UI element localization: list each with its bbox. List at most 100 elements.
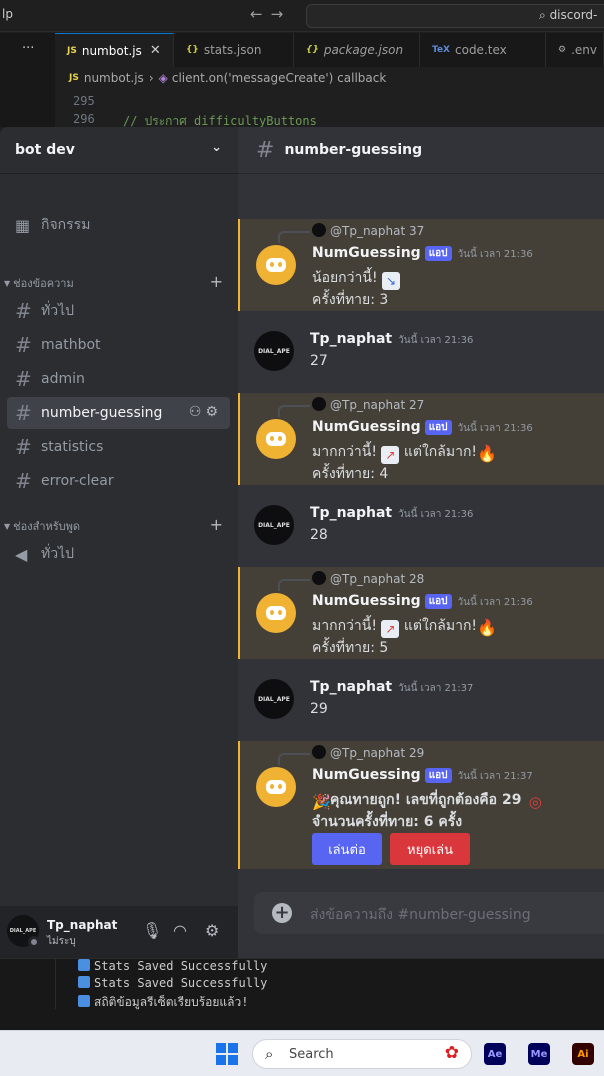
bot-avatar[interactable] (256, 767, 296, 807)
bot-message[interactable]: @Tp_naphat 37 NumGuessing แอป วันนี้ เวลา … (238, 219, 604, 311)
voice-channel-general[interactable]: ◀ ทั่วไป (7, 538, 230, 570)
nav-arrows-icon[interactable]: ←→ (250, 5, 291, 23)
terminal-panel[interactable]: Stats Saved Successfully Stats Saved Suc… (0, 958, 604, 1030)
tab-package-json[interactable]: {} package.json (294, 33, 420, 67)
tab-env[interactable]: ⚙ .env (546, 33, 604, 67)
category-label: ช่องข้อความ (13, 277, 74, 290)
taskbar-search[interactable]: ⌕ Search ✿ (252, 1039, 472, 1069)
channel-mathbot[interactable]: # mathbot (7, 329, 230, 361)
bot-avatar[interactable] (256, 419, 296, 459)
play-again-button[interactable]: เล่นต่อ (312, 833, 382, 865)
hash-icon: # (15, 299, 32, 323)
bot-message[interactable]: @Tp_naphat 29 NumGuessing แอป วันนี้ เวลา … (238, 741, 604, 869)
author-name[interactable]: Tp_naphat (310, 679, 392, 695)
chevron-down-icon: ▼ (4, 521, 11, 531)
events-item[interactable]: ▦ กิจกรรม (7, 209, 230, 241)
timestamp: วันนี้ เวลา 21:36 (457, 249, 533, 260)
invite-icon[interactable]: ⚇ (189, 404, 206, 420)
headphones-icon[interactable]: ◠ (173, 921, 187, 940)
after-effects-icon[interactable]: Ae (484, 1043, 506, 1065)
bot-avatar[interactable] (256, 593, 296, 633)
terminal-line: Stats Saved Successfully (78, 976, 267, 990)
author-name[interactable]: NumGuessing (312, 593, 421, 609)
tab-label: numbot.js (81, 43, 142, 58)
tab-numbot-js[interactable]: JS numbot.js ✕ (55, 33, 174, 67)
text-category[interactable]: ▼ ช่องข้อความ + (4, 272, 229, 292)
editor-tabs: ··· JS numbot.js ✕ {} stats.json {} pack… (0, 33, 604, 67)
message-composer[interactable]: + ส่งข้อความถึง #number-guessing (254, 892, 604, 934)
bot-message[interactable]: @Tp_naphat 28 NumGuessing แอป วันนี้ เวลา … (238, 567, 604, 659)
discord-window: bot dev ⌄ ▦ กิจกรรม ▼ ช่องข้อความ + # ทั… (0, 127, 604, 958)
server-header[interactable]: bot dev ⌄ (0, 127, 238, 174)
message-header: Tp_naphat วันนี้ เวลา 21:37 (310, 679, 473, 696)
message-header: Tp_naphat วันนี้ เวลา 21:36 (310, 331, 473, 348)
author-name[interactable]: NumGuessing (312, 245, 421, 261)
channel-admin[interactable]: # admin (7, 363, 230, 395)
chart-up-icon: ↗ (381, 446, 400, 464)
user-name[interactable]: Tp_naphat (47, 918, 117, 932)
status-dot (28, 936, 40, 948)
stop-button[interactable]: หยุดเล่น (390, 833, 470, 865)
code-editor[interactable]: 295 296 // ประกาศ difficultyButtons (55, 89, 604, 128)
author-name[interactable]: Tp_naphat (310, 331, 392, 347)
avatar[interactable]: DIAL_APE (254, 505, 294, 545)
activity-strip (0, 67, 55, 127)
gear-icon[interactable]: ⚙ (205, 404, 222, 420)
channel-general[interactable]: # ทั่วไป (7, 295, 230, 327)
add-attachment-icon[interactable]: + (272, 903, 292, 923)
microphone-icon[interactable]: 🎙 (142, 921, 162, 940)
tab-stats-json[interactable]: {} stats.json (174, 33, 294, 67)
windows-start-icon[interactable] (216, 1043, 238, 1065)
close-icon[interactable]: ✕ (150, 43, 161, 58)
terminal-line: สถิติข้อมูลรีเซ็ตเรียบร้อยแล้ว! (78, 993, 248, 1012)
bot-avatar[interactable] (256, 245, 296, 285)
media-encoder-icon[interactable]: Me (528, 1043, 550, 1065)
illustrator-icon[interactable]: Ai (572, 1043, 594, 1065)
speaker-icon: ◀ (15, 544, 28, 564)
add-channel-icon[interactable]: + (210, 515, 223, 534)
user-message[interactable]: DIAL_APE Tp_naphat วันนี้ เวลา 21:36 27 (238, 325, 604, 379)
tab-code-tex[interactable]: TeX code.tex (420, 33, 546, 67)
avatar[interactable]: DIAL_APE (254, 331, 294, 371)
line-number: 296 (73, 112, 95, 126)
channel-number-guessing[interactable]: # number-guessing ⚇⚙ (7, 397, 230, 429)
bot-message[interactable]: @Tp_naphat 27 NumGuessing แอป วันนี้ เวลา … (238, 393, 604, 485)
breadcrumb-file[interactable]: numbot.js (84, 71, 144, 85)
search-label: Search (289, 1047, 334, 1062)
add-channel-icon[interactable]: + (210, 272, 223, 291)
channel-label: error-clear (41, 473, 114, 489)
author-name[interactable]: NumGuessing (312, 767, 421, 783)
screen: lp ←→ ⌕ discord- ··· JS numbot.js ✕ {} s… (0, 0, 604, 1076)
menu-fragment[interactable]: lp (2, 7, 13, 21)
chevron-down-icon: ⌄ (211, 140, 222, 155)
voice-category[interactable]: ▼ ช่องสำหรับพูด + (4, 515, 229, 535)
avatar[interactable]: DIAL_APE (254, 679, 294, 719)
gear-icon: ⚙ (558, 45, 567, 55)
terminal-gutter (55, 959, 56, 1009)
reply-preview[interactable]: @Tp_naphat 29 (278, 745, 424, 765)
reply-preview[interactable]: @Tp_naphat 28 (278, 571, 424, 591)
channel-statistics[interactable]: # statistics (7, 431, 230, 463)
hash-icon: # (15, 435, 32, 459)
author-name[interactable]: NumGuessing (312, 419, 421, 435)
fire-icon: 🔥 (477, 444, 497, 463)
user-status: ไม่ระบุ (47, 936, 76, 947)
breadcrumb-symbol[interactable]: client.on('messageCreate') callback (172, 71, 386, 85)
gear-icon[interactable]: ⚙ (205, 921, 219, 940)
breadcrumb: JS numbot.js › ◈ client.on('messageCreat… (55, 67, 604, 89)
command-center[interactable]: ⌕ discord- (306, 4, 604, 28)
hash-icon: # (256, 137, 275, 163)
timestamp: วันนี้ เวลา 21:36 (457, 423, 533, 434)
author-name[interactable]: Tp_naphat (310, 505, 392, 521)
reply-preview[interactable]: @Tp_naphat 37 (278, 223, 424, 243)
timestamp: วันนี้ เวลา 21:36 (457, 597, 533, 608)
user-message[interactable]: DIAL_APE Tp_naphat วันนี้ เวลา 21:37 29 (238, 673, 604, 727)
gamepad-icon (266, 780, 286, 794)
taskbar: ⌕ Search ✿ Ae Me Ai (0, 1030, 604, 1076)
channel-error-clear[interactable]: # error-clear (7, 465, 230, 497)
chart-down-icon: ↘ (382, 272, 401, 290)
vscode-titlebar: lp ←→ ⌕ discord- (0, 0, 604, 32)
reply-preview[interactable]: @Tp_naphat 27 (278, 397, 424, 417)
user-message[interactable]: DIAL_APE Tp_naphat วันนี้ เวลา 21:36 28 (238, 499, 604, 553)
more-icon[interactable]: ··· (22, 41, 34, 56)
